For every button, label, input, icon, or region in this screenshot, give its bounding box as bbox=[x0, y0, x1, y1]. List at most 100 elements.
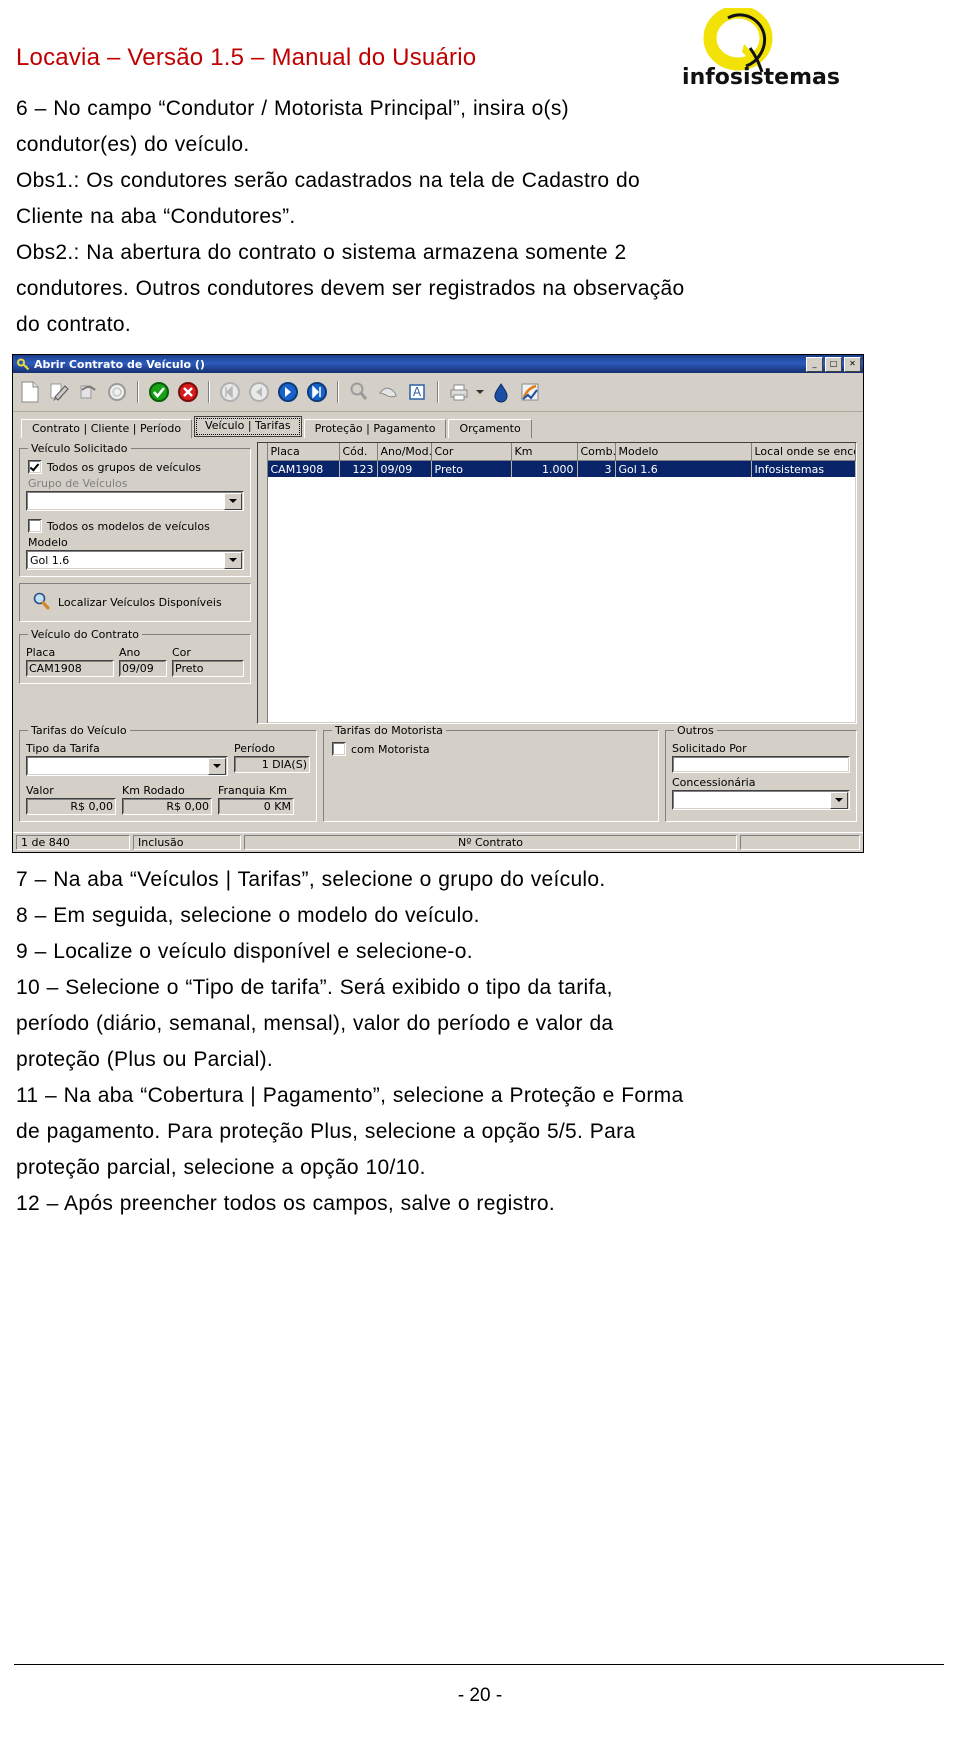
paragraph-11-line1: 11 – Na aba “Cobertura | Pagamento”, sel… bbox=[16, 1084, 684, 1108]
group-tarifas-motorista: Tarifas do Motorista com Motorista bbox=[323, 724, 659, 823]
dialog-statusbar: 1 de 840 Inclusão Nº Contrato bbox=[13, 832, 863, 853]
paragraph-obs1-line1: Obs1.: Os condutores serão cadastrados n… bbox=[16, 169, 640, 193]
cell-cor: Preto bbox=[431, 460, 512, 478]
dialog-toolbar[interactable]: A bbox=[13, 373, 863, 413]
vehicles-grid[interactable]: Placa Cód. Ano/Mod. Cor Km Comb. Modelo … bbox=[257, 442, 857, 725]
clock-icon[interactable] bbox=[104, 379, 130, 405]
info-icon[interactable] bbox=[488, 379, 514, 405]
label-periodo: Período bbox=[234, 742, 276, 756]
paragraph-11-line2: de pagamento. Para proteção Plus, seleci… bbox=[16, 1120, 636, 1144]
combo-modelo[interactable]: Gol 1.6 bbox=[26, 550, 244, 571]
group-legend-veiculo-do-contrato: Veículo do Contrato bbox=[31, 628, 140, 642]
label-concessionaria: Concessionária bbox=[672, 776, 756, 790]
chevron-down-icon[interactable] bbox=[224, 492, 242, 510]
previous-record-icon[interactable] bbox=[246, 379, 272, 405]
dialog-content: Veículo Solicitado Todos os grupos de ve… bbox=[13, 438, 863, 725]
minimize-button[interactable]: _ bbox=[806, 356, 823, 372]
checkbox-com-motorista-label: com Motorista bbox=[351, 742, 430, 756]
cell-anomod: 09/09 bbox=[377, 460, 432, 478]
paragraph-10-line1: 10 – Selecione o “Tipo de tarifa”. Será … bbox=[16, 976, 613, 1000]
field-solicitado-por[interactable] bbox=[672, 756, 850, 774]
checkbox-com-motorista-row[interactable]: com Motorista bbox=[332, 742, 652, 757]
grid-col-cor[interactable]: Cor bbox=[431, 443, 512, 462]
edit-icon[interactable] bbox=[46, 379, 72, 405]
paragraph-6-line2: condutor(es) do veículo. bbox=[16, 133, 250, 157]
vehicles-table[interactable]: Placa Cód. Ano/Mod. Cor Km Comb. Modelo … bbox=[258, 443, 856, 478]
table-row[interactable]: CAM1908 123 09/09 Preto 1.000 3 Gol 1.6 … bbox=[258, 460, 856, 478]
status-record-counter: 1 de 840 bbox=[16, 835, 130, 851]
checkbox-todos-modelos[interactable] bbox=[28, 519, 42, 534]
left-panel: Veículo Solicitado Todos os grupos de ve… bbox=[19, 442, 251, 724]
cell-comb: 3 bbox=[577, 460, 616, 478]
tab-veiculo-tarifas[interactable]: Veículo | Tarifas bbox=[194, 416, 302, 438]
tab-protecao-pagamento[interactable]: Proteção | Pagamento bbox=[303, 419, 447, 439]
cancel-icon[interactable] bbox=[175, 379, 201, 405]
paragraph-10-line3: proteção (Plus ou Parcial). bbox=[16, 1048, 274, 1072]
delete-icon[interactable] bbox=[75, 379, 101, 405]
search-icon[interactable] bbox=[346, 379, 372, 405]
chevron-down-icon[interactable] bbox=[830, 791, 848, 809]
status-empty-cell bbox=[740, 835, 860, 851]
label-km-rodado: Km Rodado bbox=[122, 784, 185, 798]
grid-col-modelo[interactable]: Modelo bbox=[615, 443, 752, 462]
screenshot-abrir-contrato-veiculo: Abrir Contrato de Veículo () _ □ ✕ A Con… bbox=[12, 354, 864, 854]
paragraph-12: 12 – Após preencher todos os campos, sal… bbox=[16, 1192, 555, 1216]
localizar-veiculos-button[interactable]: Localizar Veículos Disponíveis bbox=[24, 592, 246, 613]
footer-divider bbox=[14, 1664, 944, 1665]
checkbox-todos-modelos-row[interactable]: Todos os modelos de veículos bbox=[28, 519, 244, 534]
grid-col-local[interactable]: Local onde se encontra bbox=[751, 443, 856, 462]
toolbar-separator bbox=[137, 381, 139, 404]
new-document-icon[interactable] bbox=[17, 379, 43, 405]
field-placa[interactable]: CAM1908 bbox=[26, 660, 114, 678]
vehicles-grid-panel: Placa Cód. Ano/Mod. Cor Km Comb. Modelo … bbox=[257, 442, 857, 725]
tariffs-row: Tarifas do Veículo Tipo da Tarifa Períod… bbox=[13, 724, 863, 833]
filter-icon[interactable] bbox=[375, 379, 401, 405]
text-tool-icon[interactable]: A bbox=[404, 379, 430, 405]
confirm-icon[interactable] bbox=[146, 379, 172, 405]
first-record-icon[interactable] bbox=[217, 379, 243, 405]
field-km-rodado[interactable]: R$ 0,00 bbox=[122, 798, 212, 816]
checkbox-todos-grupos[interactable] bbox=[28, 460, 42, 475]
grid-col-placa[interactable]: Placa bbox=[267, 443, 340, 462]
document-body-bottom: 7 – Na aba “Veículos | Tarifas”, selecio… bbox=[8, 863, 952, 1221]
export-icon[interactable] bbox=[517, 379, 543, 405]
grid-col-anomod[interactable]: Ano/Mod. bbox=[377, 443, 432, 462]
combo-grupo-veiculos[interactable] bbox=[26, 491, 244, 512]
maximize-button[interactable]: □ bbox=[825, 356, 842, 372]
label-ano: Ano bbox=[119, 646, 141, 660]
find-vehicles-panel: Localizar Veículos Disponíveis bbox=[19, 583, 251, 623]
grid-col-comb[interactable]: Comb. bbox=[577, 443, 616, 462]
dialog-tabstrip[interactable]: Contrato | Cliente | Período Veículo | T… bbox=[13, 412, 863, 439]
tab-orcamento[interactable]: Orçamento bbox=[448, 419, 532, 439]
tab-contrato-cliente-periodo[interactable]: Contrato | Cliente | Período bbox=[21, 419, 193, 439]
chevron-down-icon[interactable] bbox=[208, 757, 226, 775]
group-veiculo-do-contrato: Veículo do Contrato Placa CAM1908 Ano 09… bbox=[19, 628, 251, 685]
grid-col-codigo[interactable]: Cód. bbox=[339, 443, 378, 462]
field-cor[interactable]: Preto bbox=[172, 660, 244, 678]
chevron-down-icon[interactable] bbox=[224, 551, 242, 569]
combo-tipo-da-tarifa[interactable] bbox=[26, 756, 228, 777]
combo-concessionaria[interactable] bbox=[672, 790, 850, 811]
label-placa: Placa bbox=[26, 646, 56, 660]
field-franquia-km[interactable]: 0 KM bbox=[218, 798, 294, 816]
checkbox-todos-grupos-row[interactable]: Todos os grupos de veículos bbox=[28, 460, 244, 475]
toolbar-separator bbox=[437, 381, 439, 404]
field-valor[interactable]: R$ 0,00 bbox=[26, 798, 116, 816]
print-icon[interactable] bbox=[446, 379, 472, 405]
checkbox-com-motorista[interactable] bbox=[332, 742, 346, 757]
chevron-down-icon[interactable] bbox=[475, 379, 485, 405]
paragraph-obs2-line3: do contrato. bbox=[16, 313, 132, 337]
toolbar-separator bbox=[337, 381, 339, 404]
field-periodo[interactable]: 1 DIA(S) bbox=[234, 756, 310, 774]
status-contract-number: Nº Contrato bbox=[244, 835, 737, 851]
next-record-icon[interactable] bbox=[275, 379, 301, 405]
last-record-icon[interactable] bbox=[304, 379, 330, 405]
paragraph-7: 7 – Na aba “Veículos | Tarifas”, selecio… bbox=[16, 868, 606, 892]
close-button[interactable]: ✕ bbox=[844, 356, 861, 372]
window-controls[interactable]: _ □ ✕ bbox=[806, 356, 861, 372]
grid-col-km[interactable]: Km bbox=[511, 443, 578, 462]
field-ano[interactable]: 09/09 bbox=[119, 660, 167, 678]
cell-modelo: Gol 1.6 bbox=[615, 460, 752, 478]
cell-placa: CAM1908 bbox=[267, 460, 340, 478]
svg-text:A: A bbox=[413, 385, 422, 399]
